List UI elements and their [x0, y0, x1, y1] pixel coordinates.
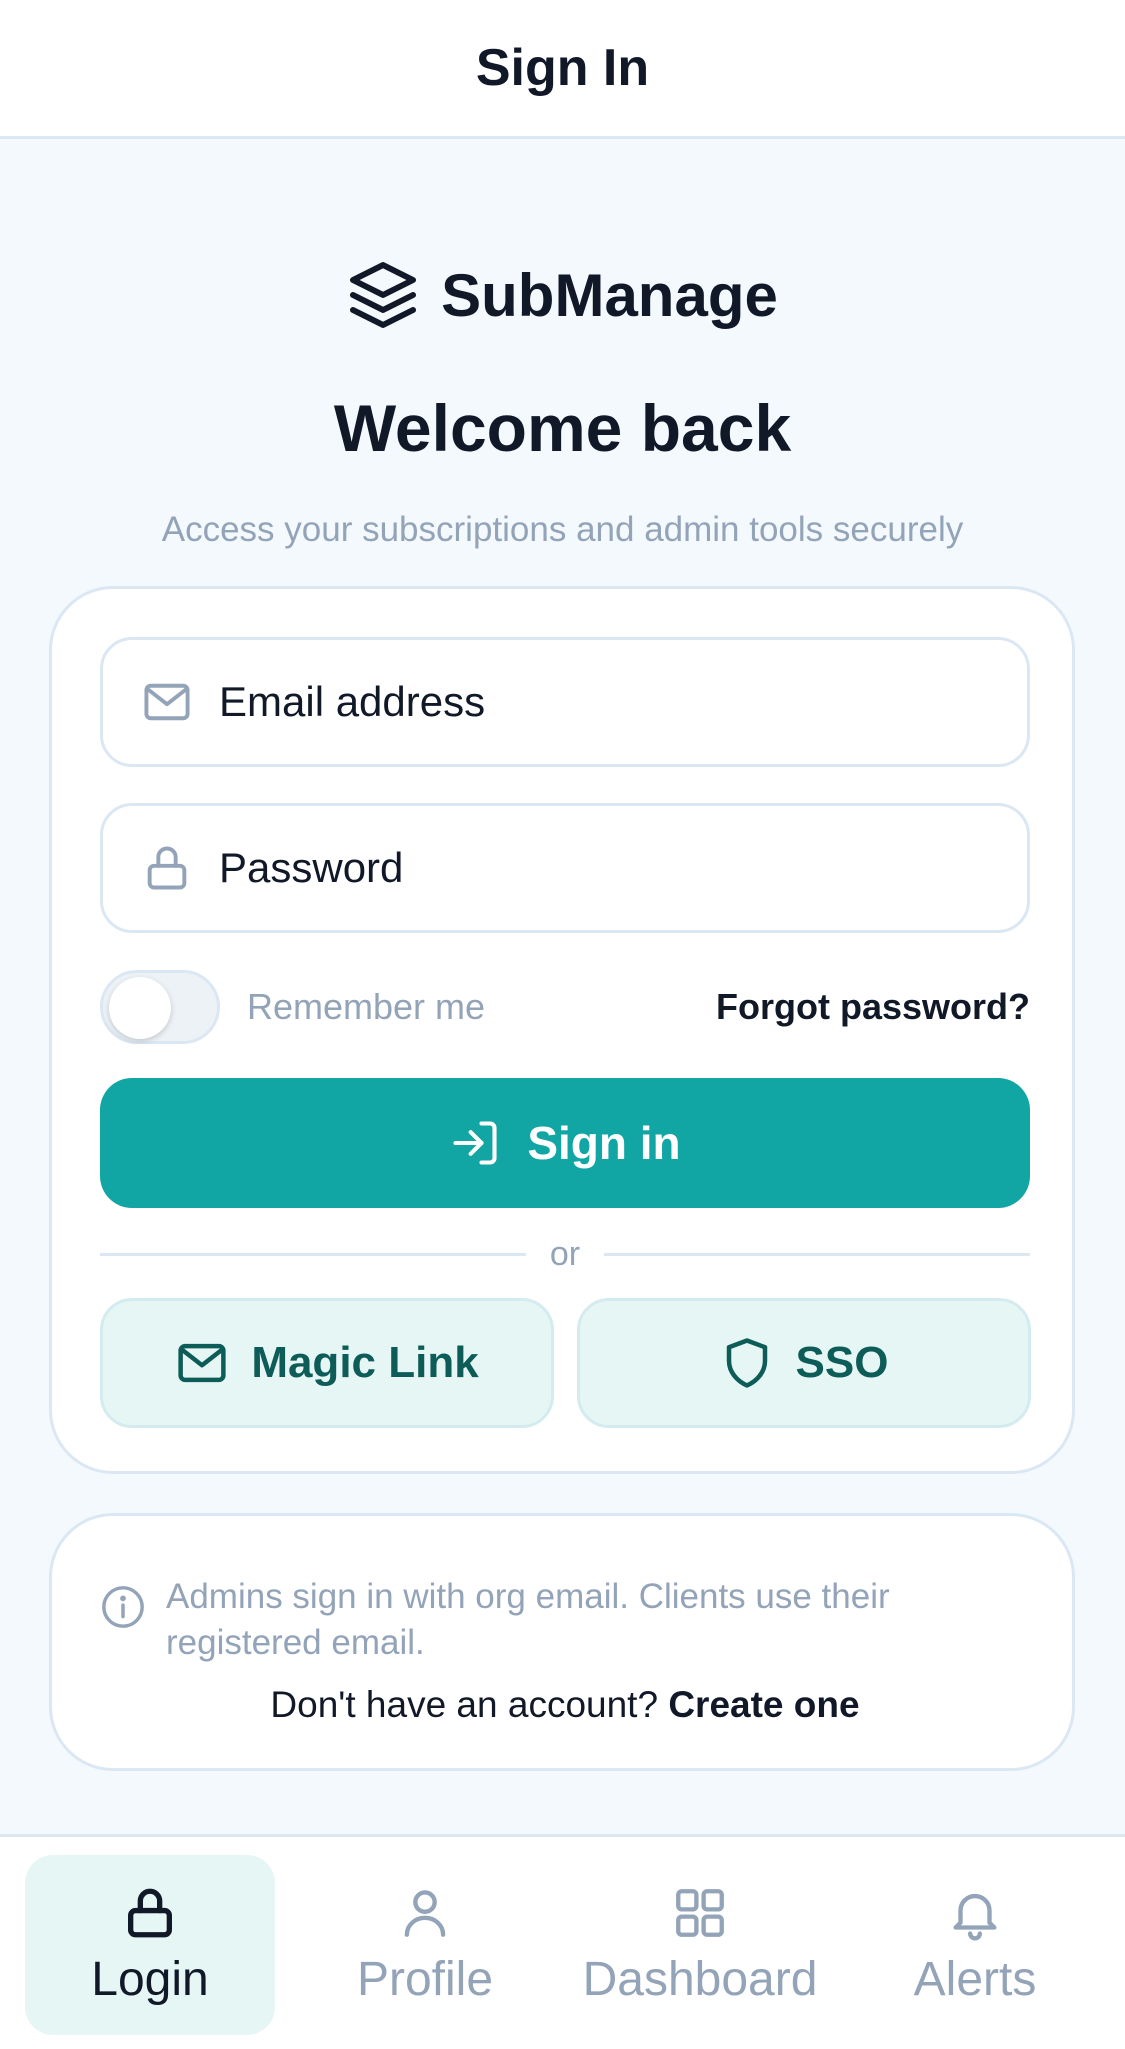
grid-icon [676, 1888, 724, 1937]
lock-icon [141, 842, 193, 894]
tab-login[interactable]: Login [25, 1855, 275, 2035]
password-field-label: Password [219, 844, 404, 891]
divider-line [604, 1252, 1031, 1256]
divider-label: or [549, 1234, 581, 1273]
login-card: Email address Password Remember me Forgo… [49, 586, 1075, 1474]
layers-icon [347, 259, 419, 331]
magic-link-label: Magic Link [251, 1338, 479, 1387]
create-account-link[interactable]: Create one [668, 1684, 859, 1725]
create-account-line: Don't have an account? Create one [52, 1684, 1078, 1726]
sign-in-label: Sign in [527, 1117, 681, 1169]
sso-button[interactable]: SSO [577, 1298, 1031, 1428]
page-title: Sign In [475, 39, 650, 97]
or-divider: or [100, 1229, 1031, 1279]
account-prompt: Don't have an account? [270, 1684, 659, 1725]
user-icon [404, 1889, 446, 1937]
info-text: Admins sign in with org email. Clients u… [166, 1577, 890, 1662]
mail-icon [178, 1343, 226, 1383]
tab-label: Login [91, 1952, 209, 2006]
brand: SubManage [0, 255, 1125, 335]
bottom-nav: Login Profile Dashboard Alerts [0, 1834, 1125, 2049]
tab-dashboard[interactable]: Dashboard [570, 1855, 830, 2035]
magic-link-button[interactable]: Magic Link [100, 1298, 554, 1428]
toggle-knob [109, 977, 171, 1039]
login-options: Remember me Forgot password? [100, 970, 1030, 1044]
tab-label: Dashboard [582, 1952, 818, 2006]
shield-icon [726, 1338, 767, 1388]
remember-me-toggle[interactable] [100, 970, 220, 1044]
email-field[interactable]: Email address [100, 637, 1030, 767]
tab-alerts[interactable]: Alerts [880, 1855, 1070, 2035]
tab-label: Profile [356, 1952, 494, 2006]
sign-in-button[interactable]: Sign in [100, 1078, 1030, 1208]
tab-label: Alerts [913, 1952, 1037, 2006]
info-card: Admins sign in with org email. Clients u… [49, 1513, 1075, 1771]
brand-name: SubManage [441, 261, 778, 329]
divider-line [100, 1252, 526, 1256]
bell-icon [953, 1893, 997, 1940]
remember-me-label: Remember me [247, 986, 486, 1027]
welcome-subtitle: Access your subscriptions and admin tool… [161, 510, 964, 549]
top-bar: Sign In [0, 0, 1125, 139]
info-note: Admins sign in with org email. Clients u… [100, 1574, 1000, 1666]
welcome-heading: Welcome back [333, 391, 792, 465]
mail-icon [141, 676, 193, 728]
email-field-label: Email address [219, 678, 486, 725]
password-field[interactable]: Password [100, 803, 1030, 933]
forgot-password-link[interactable]: Forgot password? [716, 986, 1030, 1028]
info-icon [100, 1584, 146, 1630]
lock-icon [128, 1888, 172, 1937]
sso-label: SSO [795, 1338, 889, 1387]
tab-profile[interactable]: Profile [330, 1855, 520, 2035]
log-in-icon [453, 1121, 497, 1165]
